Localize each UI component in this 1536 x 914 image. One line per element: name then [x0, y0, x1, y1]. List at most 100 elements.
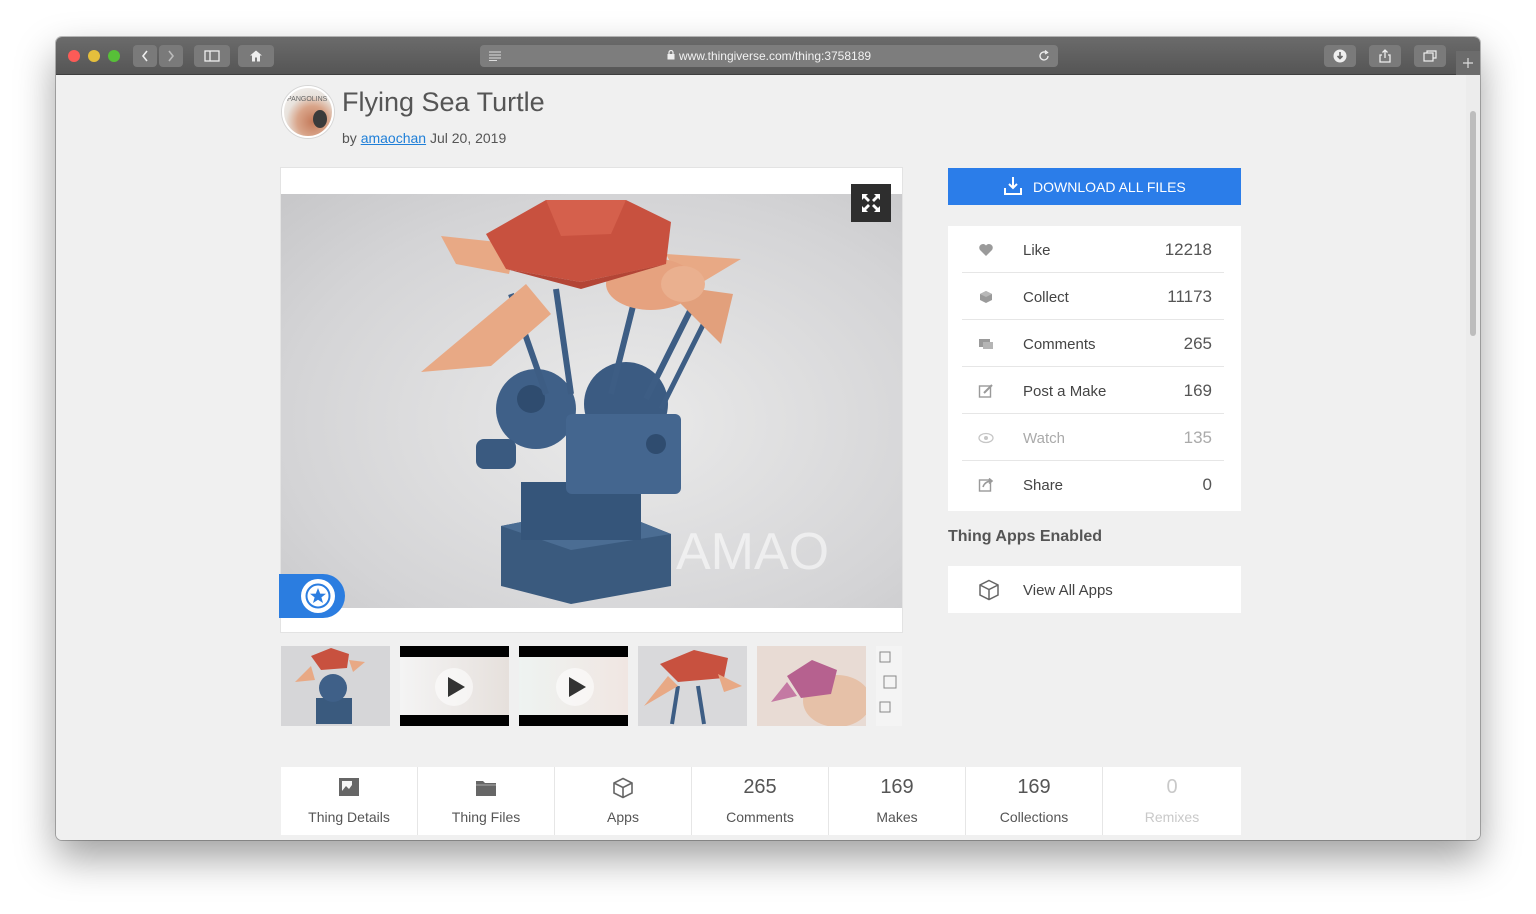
comment-icon	[979, 339, 993, 349]
tab-label: Apps	[607, 809, 639, 825]
lock-icon	[667, 49, 675, 63]
featured-badge[interactable]	[279, 574, 345, 618]
collect-button[interactable]: Collect 11173	[962, 273, 1224, 320]
thumbnail-image	[644, 650, 742, 725]
tab-label: Collections	[999, 809, 1069, 825]
download-icon	[1004, 177, 1022, 195]
main-photo[interactable]: AMAO	[281, 194, 902, 608]
tab-label: Comments	[726, 809, 794, 825]
tab-comments[interactable]: 265 Comments	[692, 767, 829, 835]
thumbnail-image	[295, 648, 365, 724]
edit-icon	[978, 384, 993, 398]
view-all-apps-label: View All Apps	[1023, 582, 1113, 599]
download-label: DOWNLOAD ALL FILES	[1033, 179, 1186, 195]
tab-count: 169	[1017, 776, 1051, 798]
thumbnail-image	[879, 651, 897, 713]
author-link[interactable]: amaochan	[361, 130, 426, 146]
apps-heading: Thing Apps Enabled	[948, 528, 1103, 545]
browser-toolbar: www.thingiverse.com/thing:3758189	[56, 37, 1480, 75]
url-display: www.thingiverse.com/thing:3758189	[480, 49, 1058, 63]
downloads-button[interactable]	[1324, 45, 1356, 67]
download-all-button[interactable]: DOWNLOAD ALL FILES	[948, 168, 1241, 205]
collect-label: Collect	[1023, 289, 1069, 306]
maximize-window-button[interactable]	[108, 50, 120, 62]
page-title: Flying Sea Turtle	[342, 87, 545, 117]
share-toolbar-button[interactable]	[1369, 45, 1401, 67]
thumbnail-video-2[interactable]	[519, 646, 628, 726]
image-gallery: AMAO	[279, 168, 902, 632]
thumbnail-image	[771, 660, 866, 726]
tab-label: Thing Details	[308, 809, 390, 825]
collect-count: 11173	[1167, 287, 1212, 306]
new-tab-button[interactable]	[1456, 51, 1480, 75]
avatar-face	[313, 110, 327, 128]
tab-thing-details[interactable]: Thing Details	[281, 767, 418, 835]
tab-label: Remixes	[1144, 809, 1200, 825]
tab-label: Makes	[876, 809, 918, 825]
tabs-icon	[1423, 50, 1437, 62]
post-make-label: Post a Make	[1023, 383, 1107, 400]
play-icon	[435, 668, 473, 706]
thumbnail-3[interactable]	[757, 646, 866, 726]
thumbnail-2[interactable]	[638, 646, 747, 726]
view-all-apps-button[interactable]: View All Apps	[948, 566, 1241, 613]
cube-icon	[613, 777, 633, 799]
scrollbar[interactable]	[1466, 75, 1480, 840]
like-label: Like	[1023, 242, 1051, 259]
tab-makes[interactable]: 169 Makes	[829, 767, 966, 835]
comments-button[interactable]: Comments 265	[962, 320, 1224, 367]
collect-icon	[980, 291, 992, 303]
share-label: Share	[1023, 477, 1064, 494]
tab-count: 169	[880, 776, 914, 798]
close-window-button[interactable]	[68, 50, 80, 62]
eye-icon	[978, 432, 994, 444]
publish-date: Jul 20, 2019	[429, 130, 507, 146]
star-icon	[305, 583, 331, 609]
tabs-overview-button[interactable]	[1414, 45, 1446, 67]
back-button[interactable]	[133, 45, 157, 67]
forward-button[interactable]	[159, 45, 183, 67]
chevron-right-icon	[168, 50, 175, 62]
thumbnail-strip	[281, 646, 902, 726]
home-button[interactable]	[238, 45, 274, 67]
watch-count: 135	[1183, 428, 1212, 447]
thumbnail-4[interactable]	[876, 646, 902, 726]
thing-tabs: Thing Details Thing Files Apps 265 Comme…	[281, 767, 1241, 835]
like-count: 12218	[1164, 240, 1212, 259]
tab-label: Thing Files	[451, 809, 521, 825]
comments-count: 265	[1183, 334, 1212, 353]
tab-remixes[interactable]: 0 Remixes	[1103, 767, 1241, 835]
url-text: www.thingiverse.com/thing:3758189	[678, 49, 872, 63]
share-toolbar-icon	[1379, 49, 1391, 63]
plus-icon	[1463, 58, 1473, 68]
minimize-window-button[interactable]	[88, 50, 100, 62]
avatar-text: PANGOLINS	[287, 96, 328, 103]
cube-icon	[979, 579, 999, 601]
author-avatar[interactable]: PANGOLINS	[282, 86, 334, 138]
address-bar[interactable]: www.thingiverse.com/thing:3758189	[480, 45, 1058, 67]
browser-window: www.thingiverse.com/thing:3758189 PANGOL…	[56, 37, 1480, 840]
reload-icon[interactable]	[1038, 50, 1050, 62]
thumbnail-1[interactable]	[281, 646, 390, 726]
fullscreen-button[interactable]	[851, 184, 891, 222]
post-make-button[interactable]: Post a Make 169	[962, 367, 1224, 414]
byline: by amaochan Jul 20, 2019	[342, 130, 506, 146]
share-button[interactable]: Share 0	[962, 461, 1224, 508]
post-make-count: 169	[1183, 381, 1212, 400]
expand-icon	[862, 194, 880, 212]
watch-button[interactable]: Watch 135	[962, 414, 1224, 461]
tab-thing-files[interactable]: Thing Files	[418, 767, 555, 835]
sidebar-toggle-button[interactable]	[194, 45, 230, 67]
tab-collections[interactable]: 169 Collections	[966, 767, 1103, 835]
tab-apps[interactable]: Apps	[555, 767, 692, 835]
watermark-text: AMAO	[676, 523, 829, 581]
like-button[interactable]: Like 12218	[962, 226, 1224, 273]
stats-panel: Like 12218 Collect 11173 Comments 265 Po…	[948, 226, 1241, 511]
tab-count: 0	[1166, 776, 1178, 798]
turtle-model-image: AMAO	[421, 200, 829, 604]
home-icon	[250, 50, 262, 62]
scrollbar-thumb[interactable]	[1470, 111, 1476, 336]
thumbnail-video-1[interactable]	[400, 646, 509, 726]
watch-label: Watch	[1023, 430, 1065, 447]
share-count: 0	[1202, 475, 1212, 494]
